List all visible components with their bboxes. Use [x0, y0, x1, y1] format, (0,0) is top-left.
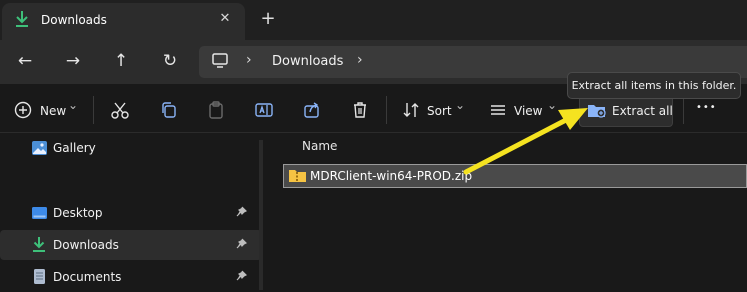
- annotation-arrow: [463, 108, 588, 175]
